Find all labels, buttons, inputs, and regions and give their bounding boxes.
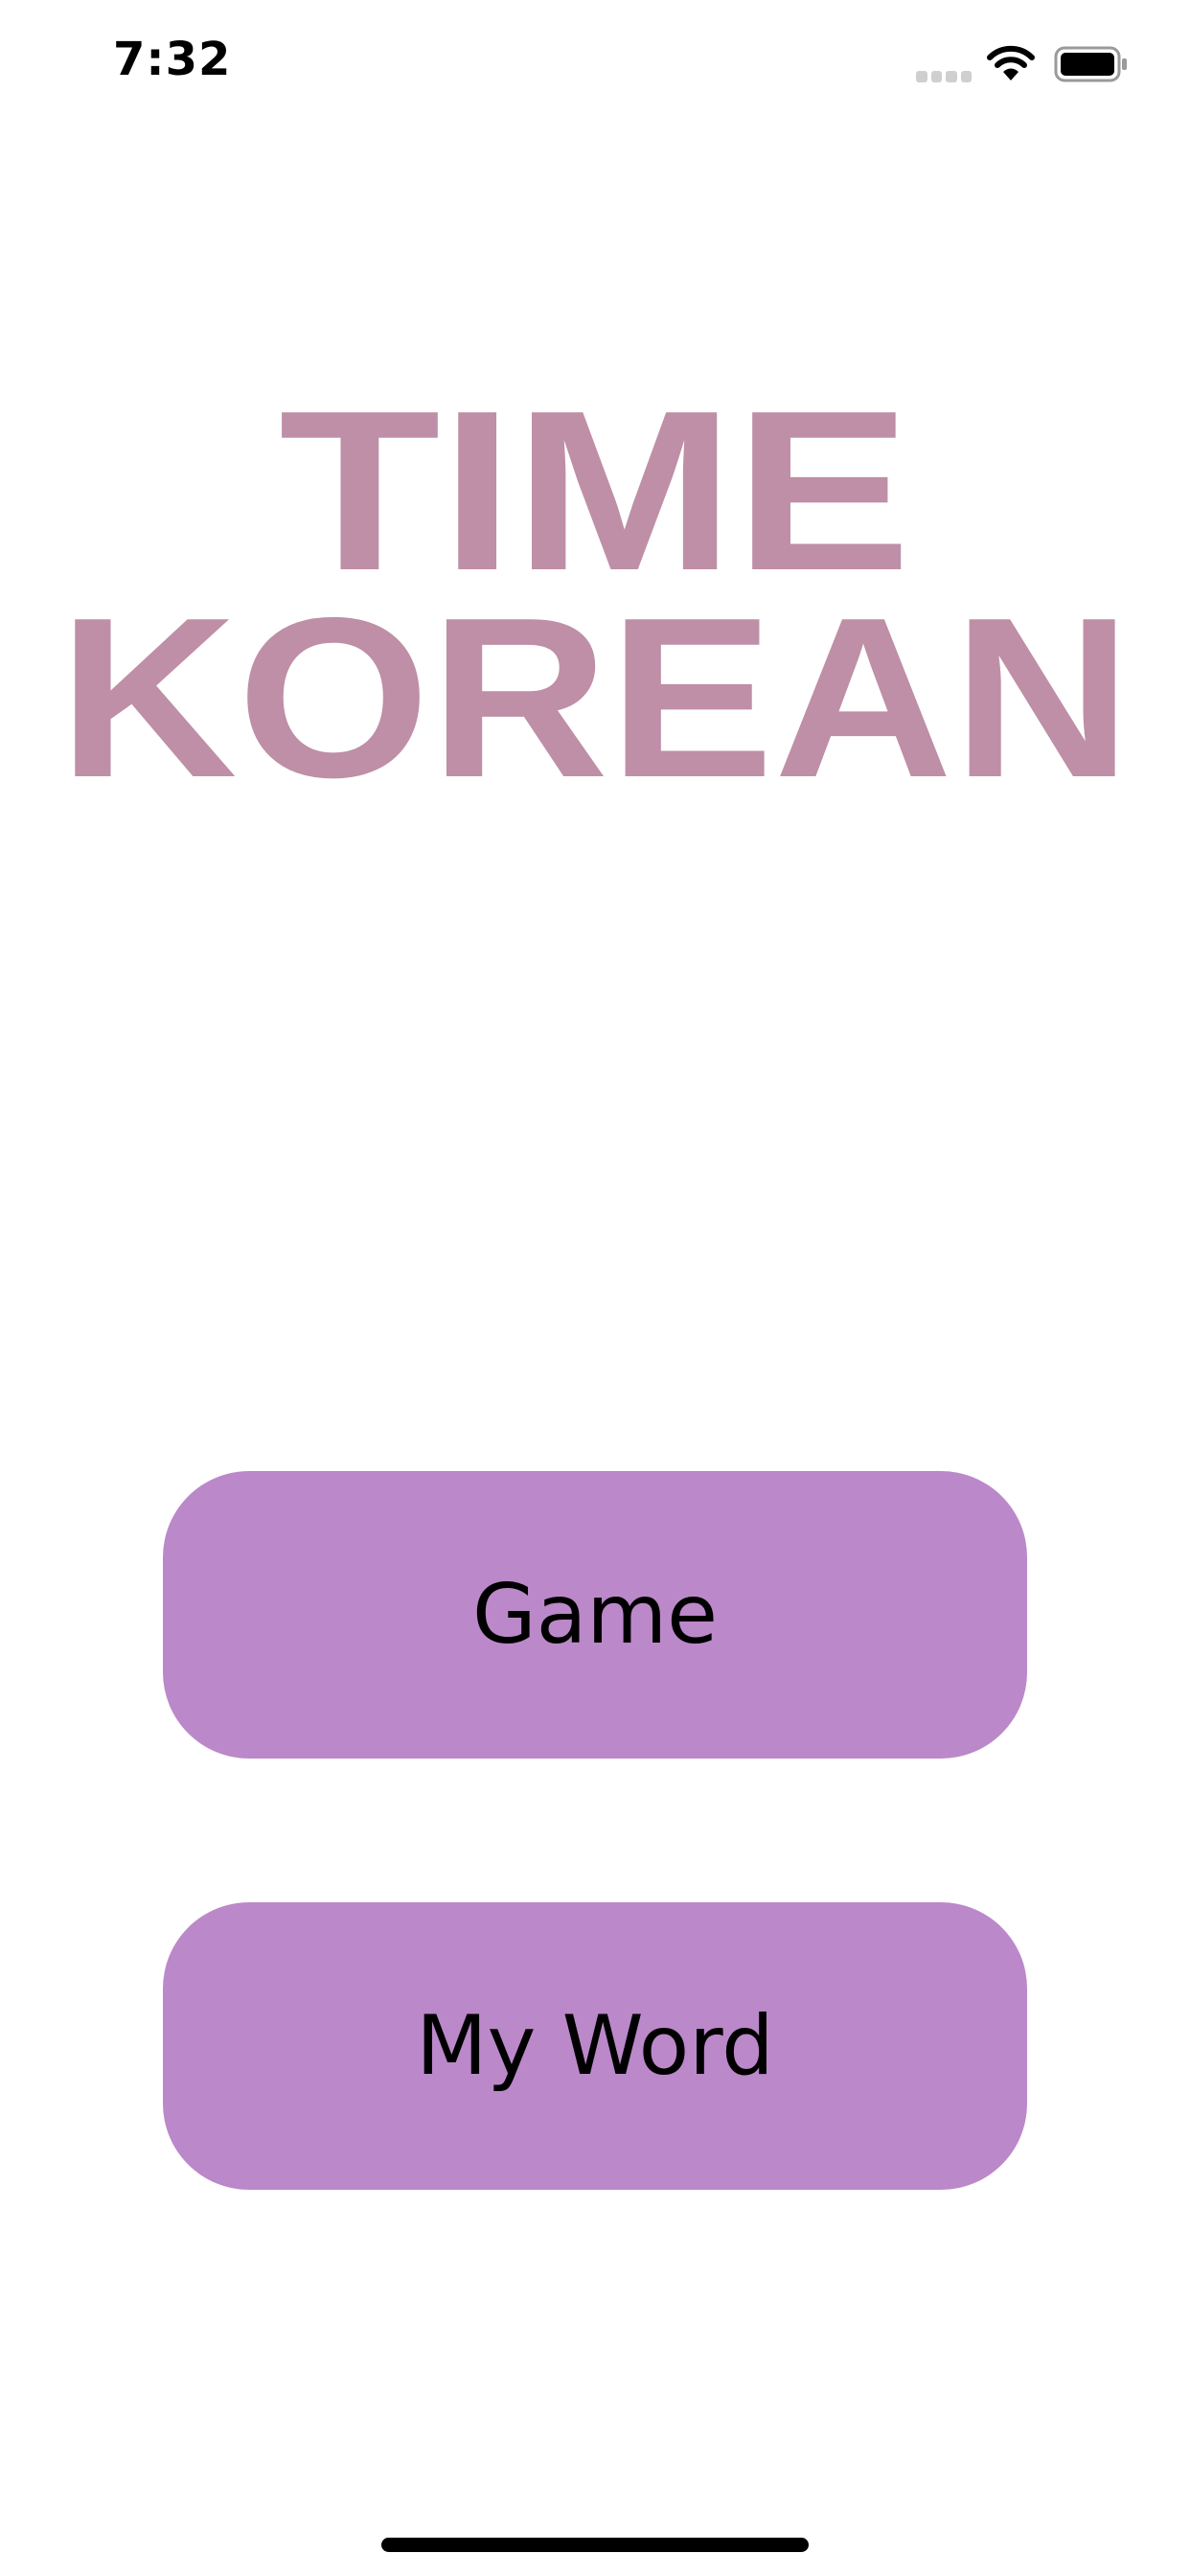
wifi-icon — [987, 44, 1035, 82]
cell-signal-icon — [916, 71, 972, 82]
my-word-button[interactable]: My Word — [163, 1902, 1027, 2190]
home-indicator[interactable] — [381, 2538, 809, 2552]
game-button[interactable]: Game — [163, 1471, 1027, 1759]
home-screen: 7:32 TIME KOREAN Game My Word — [0, 0, 1190, 2576]
logo-line-korean: KOREAN — [58, 571, 1132, 795]
app-logo: TIME KOREAN — [0, 364, 1190, 825]
battery-icon — [1054, 46, 1129, 82]
status-time: 7:32 — [113, 33, 232, 86]
